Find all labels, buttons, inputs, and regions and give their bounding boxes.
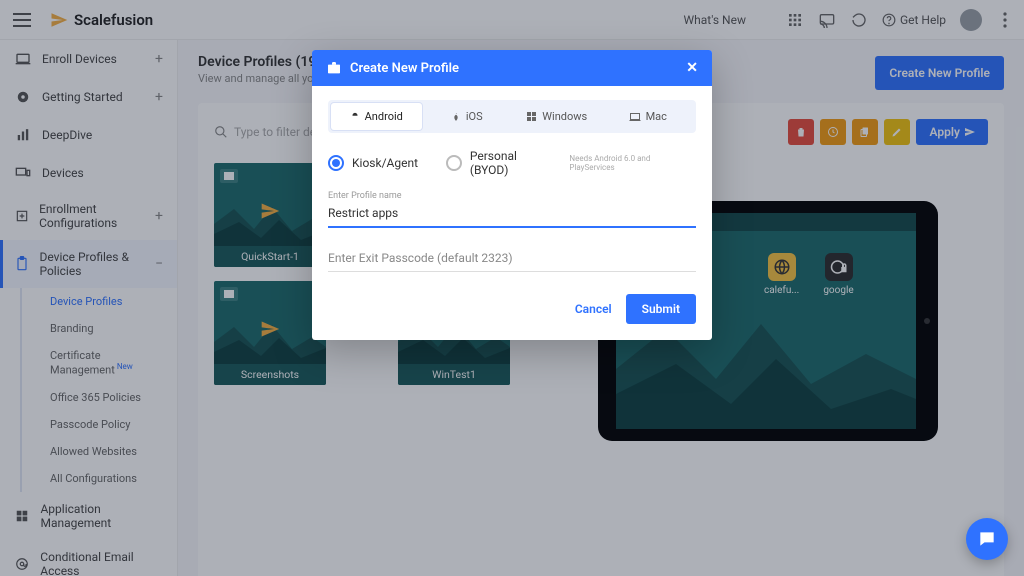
profile-name-field[interactable] [328,201,696,228]
radio-kiosk[interactable]: Kiosk/Agent [328,155,418,171]
modal-footer: Cancel Submit [312,280,712,340]
tab-ios[interactable]: iOS [422,103,513,130]
name-field-label: Enter Profile name [328,191,696,201]
android-icon [350,112,360,122]
modal-overlay[interactable]: Create New Profile ✕ Android iOS Windows… [0,0,1024,576]
modal-title: Create New Profile [350,61,459,76]
radio-dot-icon [328,155,344,171]
passcode-field[interactable] [328,246,696,272]
radio-dot-icon [446,155,462,171]
tab-android[interactable]: Android [331,103,422,130]
close-icon[interactable]: ✕ [686,60,698,76]
tab-windows[interactable]: Windows [512,103,603,130]
os-tabs: Android iOS Windows Mac [328,100,696,133]
create-profile-modal: Create New Profile ✕ Android iOS Windows… [312,50,712,340]
tab-mac[interactable]: Mac [603,103,694,130]
chat-icon [977,529,997,549]
briefcase-icon [326,60,342,76]
radio-byod[interactable]: Personal (BYOD)Needs Android 6.0 and Pla… [446,149,696,177]
windows-icon [527,112,537,122]
chat-fab[interactable] [966,518,1008,560]
modal-header: Create New Profile ✕ [312,50,712,86]
cancel-button[interactable]: Cancel [575,302,612,316]
mac-icon [629,112,641,122]
submit-button[interactable]: Submit [626,294,696,324]
apple-icon [451,112,461,122]
modal-body: Android iOS Windows Mac Kiosk/Agent Pers… [312,86,712,280]
mode-radios: Kiosk/Agent Personal (BYOD)Needs Android… [328,149,696,177]
